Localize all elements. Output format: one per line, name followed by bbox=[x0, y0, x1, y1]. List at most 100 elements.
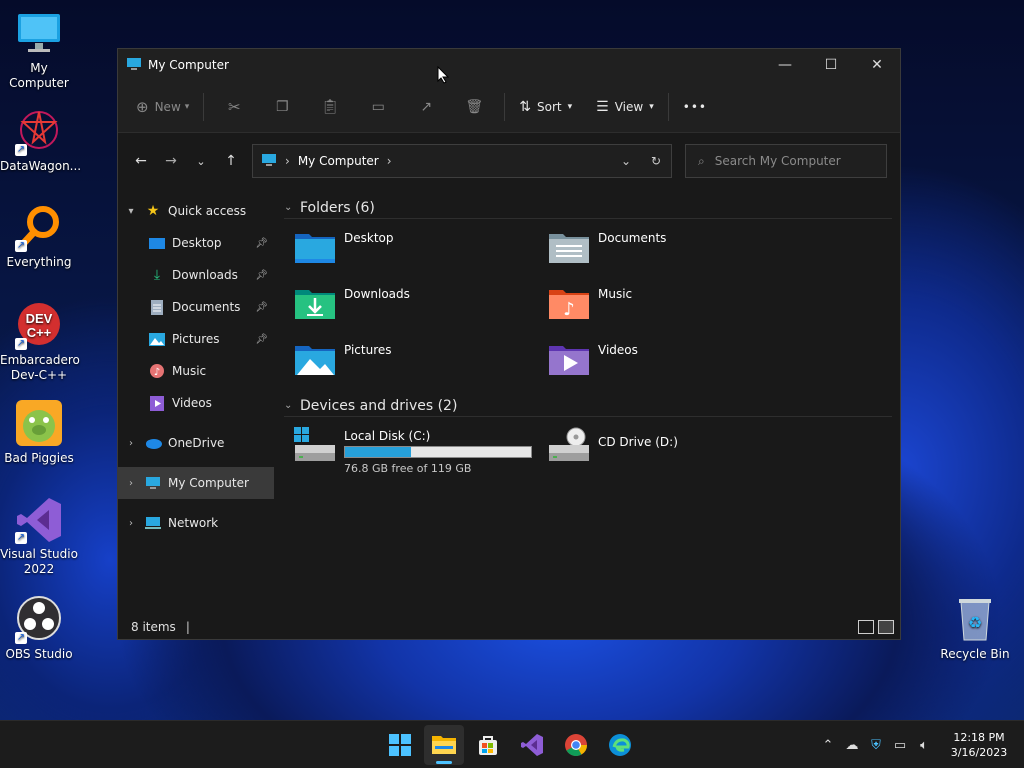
obs-icon: ↗ bbox=[15, 596, 63, 644]
chevron-down-icon: ▾ bbox=[184, 101, 190, 112]
magnifier-icon: ↗ bbox=[15, 204, 63, 252]
address-dropdown-button[interactable]: ⌄ bbox=[611, 154, 641, 168]
nav-item-documents[interactable]: Documents 📌︎ bbox=[118, 291, 274, 323]
desktop-icon-obs[interactable]: ↗ OBS Studio bbox=[0, 596, 78, 662]
clock-time: 12:18 PM bbox=[953, 731, 1005, 744]
details-view-button[interactable] bbox=[858, 620, 874, 634]
music-folder-icon: ♪ bbox=[549, 290, 589, 320]
share-button[interactable]: ↗ bbox=[402, 91, 450, 123]
folder-tile-documents[interactable]: Documents bbox=[538, 225, 792, 281]
desktop-icon-datawagon[interactable]: ↗ DataWagon... bbox=[0, 108, 81, 174]
drive-tile-d[interactable]: CD Drive (D:) bbox=[538, 423, 792, 479]
sort-label: Sort bbox=[537, 99, 562, 114]
group-heading: Folders (6) bbox=[300, 199, 375, 216]
nav-quick-access[interactable]: ▾ ★ Quick access bbox=[118, 195, 274, 227]
desktop-icon-everything[interactable]: ↗ Everything bbox=[0, 204, 78, 270]
view-button[interactable]: ☰ View ▾ bbox=[588, 91, 662, 123]
refresh-button[interactable]: ↻ bbox=[641, 154, 671, 168]
more-options-button[interactable]: ••• bbox=[675, 91, 715, 123]
forward-button[interactable]: → bbox=[156, 146, 186, 176]
drive-name: CD Drive (D:) bbox=[598, 435, 678, 449]
nav-network[interactable]: › Network bbox=[118, 507, 274, 539]
folder-name: Downloads bbox=[344, 287, 410, 301]
sort-button[interactable]: ⇅ Sort ▾ bbox=[511, 91, 580, 123]
nav-item-downloads[interactable]: ⤓ Downloads 📌︎ bbox=[118, 259, 274, 291]
folder-tile-downloads[interactable]: Downloads bbox=[284, 281, 538, 337]
sort-icon: ⇅ bbox=[519, 98, 532, 115]
folder-tile-pictures[interactable]: Pictures bbox=[284, 337, 538, 393]
taskbar-file-explorer[interactable] bbox=[424, 725, 464, 765]
pin-icon: 📌︎ bbox=[255, 269, 268, 281]
clock[interactable]: 12:18 PM 3/16/2023 bbox=[942, 730, 1016, 760]
close-button[interactable]: ✕ bbox=[854, 49, 900, 81]
clock-date: 3/16/2023 bbox=[950, 746, 1008, 759]
start-button[interactable] bbox=[380, 725, 420, 765]
title-bar[interactable]: My Computer — ☐ ✕ bbox=[118, 49, 900, 81]
desktop-icon-recycle-bin[interactable]: ♻ Recycle Bin bbox=[936, 596, 1014, 662]
navigation-pane: ▾ ★ Quick access Desktop 📌︎ ⤓ Downloads … bbox=[118, 191, 274, 615]
chevron-down-icon: ⌄ bbox=[196, 154, 206, 168]
plus-circle-icon: ⊕ bbox=[136, 97, 149, 116]
monitor-icon bbox=[15, 10, 63, 58]
large-icons-view-button[interactable] bbox=[878, 620, 894, 634]
breadcrumb-my-computer[interactable]: My Computer bbox=[298, 154, 379, 168]
view-label: View bbox=[614, 99, 644, 114]
cut-button[interactable]: ✂ bbox=[210, 91, 258, 123]
desktop-icon-devcpp[interactable]: DEV C++ ↗ Embarcadero Dev-C++ bbox=[0, 302, 80, 383]
back-button[interactable]: ← bbox=[126, 146, 156, 176]
folders-group-header[interactable]: ⌄ Folders (6) bbox=[284, 197, 892, 219]
pictures-folder-icon bbox=[295, 346, 335, 375]
up-button[interactable]: ↑ bbox=[216, 146, 246, 176]
desktop-icon-visual-studio[interactable]: ↗ Visual Studio 2022 bbox=[0, 496, 78, 577]
pin-icon: 📌︎ bbox=[255, 301, 268, 313]
desktop-icon-bad-piggies[interactable]: Bad Piggies bbox=[0, 400, 78, 466]
nav-item-videos[interactable]: Videos bbox=[118, 387, 274, 419]
drives-grid: Local Disk (C:) 76.8 GB free of 119 GB C… bbox=[284, 423, 892, 479]
taskbar-edge[interactable] bbox=[600, 725, 640, 765]
toolbar-divider bbox=[667, 92, 669, 121]
folder-tile-videos[interactable]: Videos bbox=[538, 337, 792, 393]
nav-item-desktop[interactable]: Desktop 📌︎ bbox=[118, 227, 274, 259]
new-button[interactable]: ⊕ New ▾ bbox=[128, 91, 197, 123]
taskbar-store[interactable] bbox=[468, 725, 508, 765]
nav-label: Videos bbox=[172, 396, 212, 410]
shortcut-arrow-icon: ↗ bbox=[15, 144, 27, 156]
nav-item-pictures[interactable]: Pictures 📌︎ bbox=[118, 323, 274, 355]
folder-name: Music bbox=[598, 287, 633, 301]
star-icon: ★ bbox=[146, 203, 160, 219]
shortcut-arrow-icon: ↗ bbox=[15, 532, 27, 544]
network-tray-icon[interactable]: ▭ bbox=[888, 738, 912, 753]
svg-text:♪: ♪ bbox=[563, 299, 575, 320]
show-hidden-icons-button[interactable]: ⌃ bbox=[816, 738, 840, 753]
minimize-button[interactable]: — bbox=[762, 49, 808, 81]
pin-icon: 📌︎ bbox=[255, 237, 268, 249]
address-bar[interactable]: › My Computer › ⌄ ↻ bbox=[252, 144, 672, 178]
nav-item-music[interactable]: ♪ Music bbox=[118, 355, 274, 387]
search-input[interactable]: ⌕ Search My Computer bbox=[685, 144, 887, 178]
address-row: ← → ⌄ ↑ › My Computer › ⌄ ↻ ⌕ Search My … bbox=[118, 133, 900, 189]
recent-locations-button[interactable]: ⌄ bbox=[186, 146, 216, 176]
desktop-icon-label: OBS Studio bbox=[5, 647, 73, 661]
taskbar-visual-studio[interactable] bbox=[512, 725, 552, 765]
rename-button[interactable]: ▭ bbox=[354, 91, 402, 123]
chevron-down-icon: ⌄ bbox=[284, 400, 293, 411]
security-tray-icon[interactable]: ⛨ bbox=[864, 738, 888, 753]
copy-button[interactable]: ❐ bbox=[258, 91, 306, 123]
folder-tile-desktop[interactable]: Desktop bbox=[284, 225, 538, 281]
chrome-icon bbox=[565, 734, 587, 756]
nav-onedrive[interactable]: › OneDrive bbox=[118, 427, 274, 459]
taskbar-chrome[interactable] bbox=[556, 725, 596, 765]
chevron-up-icon: ⌃ bbox=[822, 737, 834, 753]
volume-tray-icon[interactable]: 🔈︎ bbox=[912, 738, 936, 753]
paste-button[interactable]: 📋︎ bbox=[306, 91, 354, 123]
maximize-button[interactable]: ☐ bbox=[808, 49, 854, 81]
toolbar-divider bbox=[203, 92, 205, 121]
cloud-off-icon: ☁ bbox=[845, 737, 859, 753]
onedrive-tray-icon[interactable]: ☁ bbox=[840, 738, 864, 753]
folder-tile-music[interactable]: ♪ Music bbox=[538, 281, 792, 337]
drives-group-header[interactable]: ⌄ Devices and drives (2) bbox=[284, 395, 892, 417]
drive-tile-c[interactable]: Local Disk (C:) 76.8 GB free of 119 GB bbox=[284, 423, 538, 479]
desktop-icon-my-computer[interactable]: My Computer bbox=[0, 10, 78, 91]
nav-my-computer[interactable]: › My Computer bbox=[118, 467, 274, 499]
delete-button[interactable]: 🗑︎ bbox=[450, 91, 498, 123]
